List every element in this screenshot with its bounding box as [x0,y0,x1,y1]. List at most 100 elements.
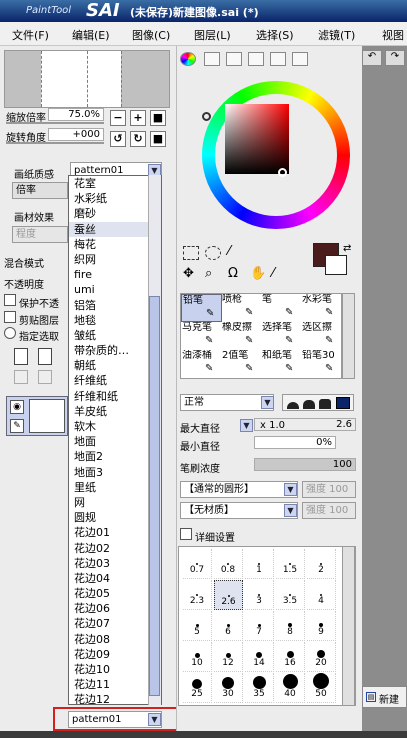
detail-settings-checkbox[interactable] [180,528,192,540]
brush-size-cell[interactable]: 30 [214,673,243,703]
tool-4[interactable]: 马克笔 ✎ [181,322,222,350]
shape-strength[interactable]: 强度 100 [302,481,356,498]
swatch-tab-icon[interactable] [248,52,264,66]
tool-list-scrollbar[interactable] [342,293,355,379]
protect-alpha-checkbox[interactable] [4,294,16,306]
navigator-preview[interactable] [4,50,170,108]
texture-option[interactable]: 羊皮纸 [69,404,149,419]
zoom-icon[interactable]: ⌕ [205,266,212,281]
texture-option[interactable]: 地面3 [69,465,149,480]
brush-size-cell[interactable]: 40 [276,673,305,703]
tool-1[interactable]: 喷枪 ✎ [221,294,262,322]
density-value[interactable]: 100 [254,458,356,471]
menu-layer[interactable]: 图层(L) [194,27,231,43]
tool-8[interactable]: 油漆桶 ✎ [181,350,222,378]
mixer-tab-icon[interactable] [292,52,308,66]
brush-size-cell[interactable]: 3 [245,580,274,610]
brush-size-cell[interactable]: 3.5 [276,580,305,610]
chevron-down-icon[interactable]: ▼ [284,483,297,496]
hue-cursor[interactable] [202,112,211,121]
texture-option[interactable]: 铝箔 [69,298,149,313]
menu-filter[interactable]: 滤镜(T) [318,27,355,43]
texture-option[interactable]: 花边12 [69,692,149,704]
sv-cursor[interactable] [278,168,287,177]
rect-select-icon[interactable] [183,246,199,260]
tool-0[interactable]: 铅笔 ✎ [181,294,222,322]
brush-size-cell[interactable]: 16 [276,642,305,672]
zoom-in-button[interactable]: + [130,110,146,126]
brush-size-cell[interactable]: 20 [307,642,336,672]
texture-option[interactable]: 花边03 [69,556,149,571]
tool-11[interactable]: 铅笔30 ✎ [301,350,342,378]
brush-size-cell[interactable]: 0.7 [183,549,212,579]
redo-icon[interactable]: ↷ [385,50,405,66]
brush-mode-select[interactable]: 正常 [180,394,274,411]
brush-size-cell[interactable]: 14 [245,642,274,672]
min-size-value[interactable]: 0% [254,436,336,449]
brush-size-cell[interactable]: 7 [245,611,274,641]
brush-size-scrollbar[interactable] [342,546,355,706]
brush-size-cell[interactable]: 8 [276,611,305,641]
max-size-value[interactable]: 2.6 [254,418,356,431]
scratchpad-tab-icon[interactable] [270,52,286,66]
brush-size-cell[interactable]: 1.5 [276,549,305,579]
rotate-ccw-button[interactable]: ↺ [110,131,126,147]
texture-option[interactable]: 皱纸 [69,328,149,343]
texture-option[interactable]: 地面2 [69,449,149,464]
brush-size-cell[interactable]: 4 [307,580,336,610]
eye-icon[interactable]: ◉ [10,400,24,414]
merge-down-icon[interactable] [38,370,52,384]
saturation-value-square[interactable] [225,104,289,174]
texture-strength[interactable]: 强度 100 [302,502,356,519]
edge-sharp-icon[interactable] [336,397,350,409]
brush-size-cell[interactable]: 2.3 [183,580,212,610]
hand-icon[interactable]: ✋ [250,266,266,281]
layer-row[interactable]: ◉ ✎ [6,396,68,436]
brush-size-cell[interactable]: 12 [214,642,243,672]
degree-select[interactable]: 程度 [12,226,68,243]
texture-option[interactable]: 花边08 [69,632,149,647]
texture-option[interactable]: 花边04 [69,571,149,586]
texture-option[interactable]: 花边05 [69,586,149,601]
edge-medium-icon[interactable] [303,400,315,409]
color-wheel-tab-icon[interactable] [180,52,196,66]
brush-icon[interactable]: ✎ [10,419,24,433]
texture-option[interactable]: 水彩纸 [69,191,149,206]
rate-select[interactable]: 倍率 [12,182,68,199]
texture-option[interactable]: 花边07 [69,616,149,631]
texture-option[interactable]: 带杂质的… [69,343,149,358]
zoom-reset-button[interactable]: ■ [150,110,166,126]
transfer-down-icon[interactable] [14,370,28,384]
texture-option[interactable]: 纤维和纸 [69,389,149,404]
edge-soft-icon[interactable] [287,402,299,409]
zoom-slider[interactable] [6,122,104,124]
texture-option[interactable]: 磨砂 [69,206,149,221]
new-layer-icon[interactable] [14,348,28,365]
magic-wand-icon[interactable]: ⁄ [228,244,230,259]
brush-size-cell[interactable]: 5 [183,611,212,641]
brush-size-cell[interactable]: 0.8 [214,549,243,579]
texture-option[interactable]: 梅花 [69,237,149,252]
menu-view[interactable]: 视图 [382,27,404,43]
tool-3[interactable]: 水彩笔 ✎ [301,294,342,322]
swap-colors-icon[interactable]: ⇄ [343,243,351,254]
texture-option[interactable]: 花边02 [69,541,149,556]
zoom-value[interactable]: 75.0% [48,108,104,121]
brush-size-cell[interactable]: 9 [307,611,336,641]
rotate-icon[interactable]: Ω [228,266,238,281]
tool-7[interactable]: 选区擦 ✎ [301,322,342,350]
texture-option[interactable]: 圆规 [69,510,149,525]
brush-edge-selector[interactable] [282,394,354,411]
chevron-down-icon[interactable]: ▼ [240,419,253,432]
new-file-tab[interactable]: ▤ 新建 [362,686,407,708]
menu-file[interactable]: 文件(F) [12,27,49,43]
edge-hard-icon[interactable] [319,399,331,409]
texture-option[interactable]: 花室 [69,176,149,191]
rotate-slider[interactable] [6,142,104,144]
dropdown-scroll-thumb[interactable] [149,296,160,696]
brush-size-cell[interactable]: 1 [245,549,274,579]
tool-2[interactable]: 笔 ✎ [261,294,302,322]
texture-option[interactable]: 地面 [69,434,149,449]
tool-10[interactable]: 和纸笔 ✎ [261,350,302,378]
texture-option[interactable]: 织网 [69,252,149,267]
